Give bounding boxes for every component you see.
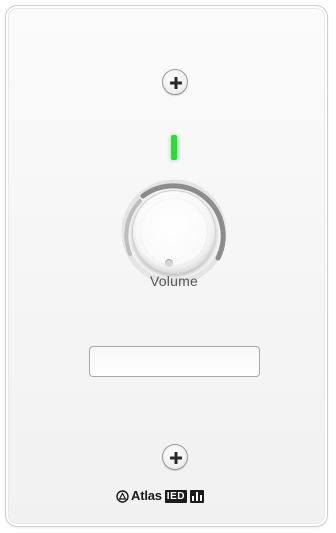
volume-label: Volume <box>150 273 198 289</box>
knob-cap[interactable] <box>132 190 216 274</box>
signal-bars-icon <box>189 489 204 503</box>
brand-name: Atlas <box>131 488 162 503</box>
wall-plate-panel: Volume Atlas IED <box>0 0 336 533</box>
brand-logo: Atlas IED <box>116 488 204 504</box>
top-screw-icon <box>162 69 188 95</box>
knob-indicator-dot <box>165 259 173 267</box>
bottom-screw-icon <box>162 444 188 470</box>
status-led <box>171 135 177 160</box>
label-window <box>89 346 260 377</box>
atlas-mark-icon <box>116 489 129 503</box>
brand-box-text: IED <box>164 489 187 503</box>
knob-face <box>141 199 207 267</box>
